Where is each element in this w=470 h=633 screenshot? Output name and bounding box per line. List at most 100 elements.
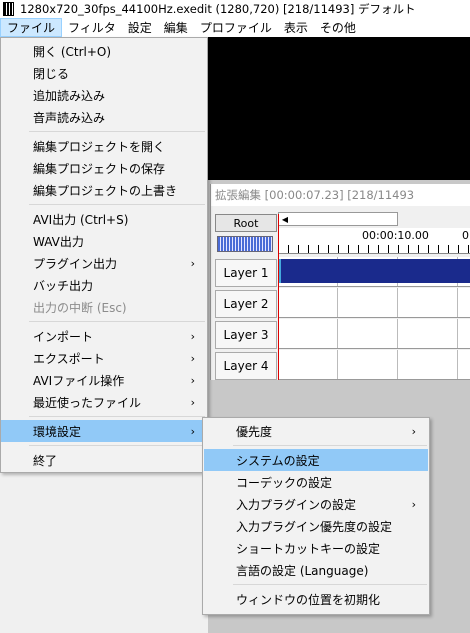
- submenu-item-reset-window-position[interactable]: ウィンドウの位置を初期化: [204, 588, 428, 610]
- menu-separator: [233, 445, 427, 446]
- menu-item-save-project[interactable]: 編集プロジェクトの保存: [1, 157, 207, 179]
- menu-item-wav-output[interactable]: WAV出力: [1, 230, 207, 252]
- menu-item-exit[interactable]: 終了: [1, 449, 207, 471]
- menu-item-audio-load[interactable]: 音声読み込み: [1, 106, 207, 128]
- chevron-right-icon: ›: [190, 424, 195, 438]
- timeline-clip[interactable]: [279, 259, 470, 283]
- menu-view[interactable]: 表示: [278, 18, 314, 37]
- menu-separator: [29, 204, 205, 205]
- video-preview: [208, 37, 470, 180]
- timeline-ruler[interactable]: 00:00:10.00 0: [278, 228, 470, 254]
- chevron-right-icon: ›: [190, 395, 195, 409]
- ruler-time-label: 00:00:10.00: [362, 229, 429, 242]
- submenu-item-priority[interactable]: 優先度 ›: [204, 420, 428, 442]
- menu-item-label: WAV出力: [33, 234, 84, 249]
- menu-item-label: 終了: [33, 453, 58, 468]
- menu-item-export[interactable]: エクスポート ›: [1, 347, 207, 369]
- menu-item-label: 最近使ったファイル: [33, 395, 142, 410]
- submenu-item-language-settings[interactable]: 言語の設定 (Language): [204, 559, 428, 581]
- ruler-ticks: [278, 245, 470, 253]
- chevron-right-icon: ›: [190, 329, 195, 343]
- menu-item-label: 優先度: [236, 424, 273, 439]
- film-strip-icon: [3, 2, 14, 16]
- layer-track-2[interactable]: [278, 288, 470, 318]
- file-menu: 開く (Ctrl+O) 閉じる 追加読み込み 音声読み込み 編集プロジェクトを開…: [0, 37, 208, 473]
- menu-item-environment-settings[interactable]: 環境設定 ›: [1, 420, 207, 442]
- menu-item-label: 言語の設定 (Language): [236, 563, 369, 578]
- timeline-scrollbar[interactable]: ◀: [278, 212, 398, 226]
- chevron-right-icon: ›: [411, 424, 416, 438]
- audio-waveform-icon: [217, 236, 273, 252]
- menu-item-label: バッチ出力: [33, 278, 94, 293]
- menu-edit[interactable]: 編集: [158, 18, 194, 37]
- menu-item-overwrite-project[interactable]: 編集プロジェクトの上書き: [1, 179, 207, 201]
- menu-item-append-load[interactable]: 追加読み込み: [1, 84, 207, 106]
- submenu-item-codec-settings[interactable]: コーデックの設定: [204, 471, 428, 493]
- menu-item-open[interactable]: 開く (Ctrl+O): [1, 40, 207, 62]
- menu-item-label: 入力プラグインの設定: [236, 497, 357, 512]
- menu-item-batch-output[interactable]: バッチ出力: [1, 274, 207, 296]
- submenu-item-input-plugin-settings[interactable]: 入力プラグインの設定 ›: [204, 493, 428, 515]
- menu-item-label: システムの設定: [236, 453, 320, 468]
- menu-other[interactable]: その他: [314, 18, 362, 37]
- layer-track-3[interactable]: [278, 319, 470, 349]
- menu-item-plugin-output[interactable]: プラグイン出力 ›: [1, 252, 207, 274]
- title-bar: 1280x720_30fps_44100Hz.exedit (1280,720)…: [0, 0, 470, 18]
- menu-item-label: 開く (Ctrl+O): [33, 44, 112, 59]
- menu-item-avi-output[interactable]: AVI出力 (Ctrl+S): [1, 208, 207, 230]
- menu-item-label: エクスポート: [33, 351, 105, 366]
- menu-item-label: 編集プロジェクトを開く: [33, 139, 166, 154]
- menu-item-label: 閉じる: [33, 66, 70, 81]
- submenu-item-system-settings[interactable]: システムの設定: [204, 449, 428, 471]
- menu-item-label: ウィンドウの位置を初期化: [236, 592, 381, 607]
- chevron-right-icon: ›: [190, 351, 195, 365]
- menu-item-open-project[interactable]: 編集プロジェクトを開く: [1, 135, 207, 157]
- menu-item-label: 追加読み込み: [33, 88, 106, 103]
- menu-bar: ファイル フィルタ 設定 編集 プロファイル 表示 その他: [0, 18, 470, 37]
- layer-label-1[interactable]: Layer 1: [215, 259, 277, 287]
- layer-label-3[interactable]: Layer 3: [215, 321, 277, 349]
- layer-label-4[interactable]: Layer 4: [215, 352, 277, 380]
- menu-separator: [29, 131, 205, 132]
- ruler-time-label-2: 0: [462, 229, 469, 242]
- layer-label-2[interactable]: Layer 2: [215, 290, 277, 318]
- environment-settings-submenu: 優先度 › システムの設定 コーデックの設定 入力プラグインの設定 › 入力プラグイ…: [202, 417, 430, 615]
- window-title: 1280x720_30fps_44100Hz.exedit (1280,720)…: [20, 2, 416, 16]
- menu-item-abort-output: 出力の中断 (Esc): [1, 296, 207, 318]
- menu-separator: [233, 584, 427, 585]
- menu-item-close[interactable]: 閉じる: [1, 62, 207, 84]
- submenu-item-input-plugin-priority[interactable]: 入力プラグイン優先度の設定: [204, 515, 428, 537]
- menu-separator: [29, 445, 205, 446]
- playhead-cursor[interactable]: [278, 214, 279, 380]
- menu-item-label: AVIファイル操作: [33, 373, 125, 388]
- menu-separator: [29, 321, 205, 322]
- menu-item-label: 編集プロジェクトの保存: [33, 161, 166, 176]
- timeline-window: 拡張編集 [00:00:07.23] [218/11493 Root ◀ 00:…: [210, 184, 470, 380]
- menu-item-label: 出力の中断 (Esc): [33, 300, 127, 315]
- menu-item-label: プラグイン出力: [33, 256, 118, 271]
- layer-track-1[interactable]: [278, 257, 470, 287]
- menu-settings[interactable]: 設定: [122, 18, 158, 37]
- menu-profile[interactable]: プロファイル: [194, 18, 278, 37]
- root-button[interactable]: Root: [215, 214, 277, 232]
- menu-item-label: コーデックの設定: [236, 475, 333, 490]
- menu-file[interactable]: ファイル: [0, 18, 63, 37]
- menu-filter[interactable]: フィルタ: [62, 18, 122, 37]
- menu-item-label: 音声読み込み: [33, 110, 106, 125]
- menu-item-recent-files[interactable]: 最近使ったファイル ›: [1, 391, 207, 413]
- layer-track-4[interactable]: [278, 350, 470, 380]
- menu-item-import[interactable]: インポート ›: [1, 325, 207, 347]
- menu-item-label: 編集プロジェクトの上書き: [33, 183, 178, 198]
- menu-item-label: 環境設定: [33, 424, 82, 439]
- submenu-item-shortcut-settings[interactable]: ショートカットキーの設定: [204, 537, 428, 559]
- scroll-left-icon[interactable]: ◀: [279, 213, 291, 225]
- menu-item-avi-file-ops[interactable]: AVIファイル操作 ›: [1, 369, 207, 391]
- menu-item-label: ショートカットキーの設定: [236, 541, 381, 556]
- chevron-right-icon: ›: [411, 497, 416, 511]
- timeline-title: 拡張編集 [00:00:07.23] [218/11493: [211, 184, 470, 206]
- menu-item-label: 入力プラグイン優先度の設定: [236, 519, 393, 534]
- menu-separator: [29, 416, 205, 417]
- chevron-right-icon: ›: [190, 373, 195, 387]
- chevron-right-icon: ›: [190, 256, 195, 270]
- menu-item-label: インポート: [33, 329, 94, 344]
